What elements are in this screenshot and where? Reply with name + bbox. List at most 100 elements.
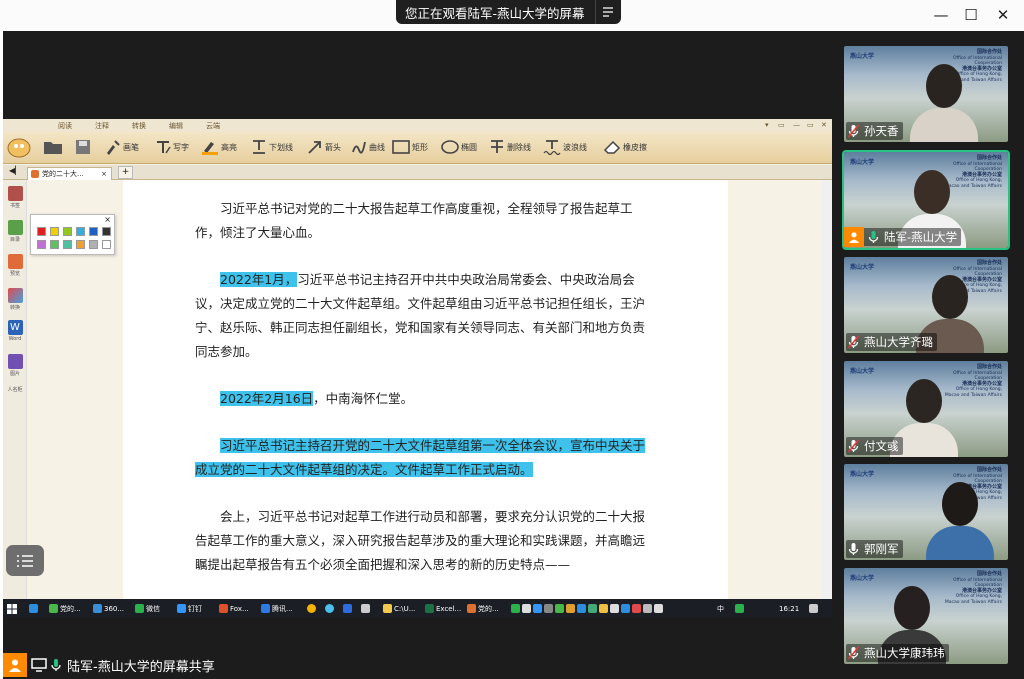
document-page: 习近平总书记对党的二十大报告起草工作高度重视，全程领导了报告起草工作，倾注了大量… — [123, 180, 728, 599]
clock[interactable]: 16:21 — [779, 602, 799, 615]
tool-eraser-label: 橡皮擦 — [623, 142, 647, 152]
color-swatch[interactable] — [37, 227, 46, 236]
taskbar-item-dingtalk[interactable]: 钉钉 — [177, 602, 213, 615]
participant-tile[interactable]: 燕山大学 国际合作处 Office of International Cooper… — [844, 46, 1008, 142]
banner-menu-icon[interactable] — [594, 0, 621, 24]
preview-icon — [7, 254, 23, 269]
word-icon: W — [7, 320, 23, 335]
open-folder-icon[interactable] — [43, 139, 65, 155]
sidebar-item-convert[interactable]: 转换 — [6, 288, 24, 311]
vertical-scrollbar[interactable] — [822, 180, 832, 599]
paragraph-5: 会上，习近平总书记对起草工作进行动员和部署，要求充分认识党的二十大报告起草工作的… — [195, 509, 646, 572]
tool-eraser[interactable]: 橡皮擦 — [603, 139, 647, 155]
tab-convert[interactable]: 转换 — [132, 121, 146, 131]
paragraph-4: 习近平总书记主持召开党的二十大文件起草组第一次全体会议，宣布中央关于成立党的二十… — [195, 434, 655, 482]
ribbon-maximize[interactable]: ▭ — [807, 121, 814, 129]
save-icon[interactable] — [75, 139, 93, 155]
tool-write[interactable]: 写字 — [155, 139, 189, 155]
color-swatch[interactable] — [102, 240, 111, 249]
color-swatch[interactable] — [63, 227, 72, 236]
ribbon-close[interactable]: ✕ — [821, 121, 827, 129]
close-button[interactable]: ✕ — [991, 6, 1015, 24]
sidebar-item-bookmarks[interactable]: 书签 — [6, 186, 24, 209]
wavy-line-icon — [543, 140, 561, 155]
sidebar-item-preview[interactable]: 预览 — [6, 254, 24, 277]
participant-tile[interactable]: 燕山大学 国际合作处 Office of International Cooper… — [844, 464, 1008, 560]
color-swatch[interactable] — [50, 240, 59, 249]
add-tab-button[interactable]: + — [118, 166, 133, 179]
palette-close-icon[interactable]: × — [104, 215, 111, 224]
maximize-button[interactable]: ☐ — [959, 6, 983, 24]
ribbon-restore[interactable]: ▭ — [778, 121, 785, 129]
taskbar-item-360[interactable]: 360... — [93, 602, 131, 615]
highlight: 习近平总书记主持召开党的二十大文件起草组第一次全体会议，宣布中央关于成立党的二十… — [195, 438, 646, 477]
tool-curve[interactable]: 曲线 — [351, 139, 385, 155]
document-tabs: ◀▏ 党的二十大... × + — [3, 165, 832, 180]
color-swatch[interactable] — [37, 240, 46, 249]
tool-arrow[interactable]: 箭头 — [307, 139, 341, 155]
taskbar-app-icon[interactable] — [343, 602, 354, 615]
color-swatch[interactable] — [102, 227, 111, 236]
ribbon-toolbar: 画笔 写字 高亮 下划线 箭头 曲线 矩形 椭圆 删除线 波浪线 橡皮擦 — [3, 132, 832, 164]
tray-icon[interactable] — [735, 602, 746, 615]
tab-cloud[interactable]: 云端 — [206, 121, 220, 131]
tool-wavy-line-label: 波浪线 — [563, 142, 587, 152]
start-icon[interactable] — [7, 602, 17, 615]
ribbon-minimize[interactable]: — — [793, 121, 800, 129]
minimize-button[interactable]: — — [929, 6, 953, 24]
tool-rectangle[interactable]: 矩形 — [392, 139, 428, 155]
convert-icon — [7, 288, 23, 303]
sidebar-item-image[interactable]: 图片 — [6, 354, 24, 377]
color-swatch[interactable] — [50, 227, 59, 236]
participant-name: 付文彧 — [846, 437, 903, 455]
tab-read[interactable]: 阅读 — [58, 121, 72, 131]
taskbar-item-explorer[interactable]: C:\U... — [383, 602, 421, 615]
taskbar-item-tencent[interactable]: 腾讯... — [261, 602, 299, 615]
tab-edit[interactable]: 编辑 — [169, 121, 183, 131]
sidebar-item-word[interactable]: W Word — [6, 320, 24, 342]
participant-tile-active[interactable]: 燕山大学 国际合作处 Office of International Cooper… — [842, 150, 1010, 250]
sidebar-item-people[interactable]: 人名柜 — [6, 386, 24, 393]
ie-icon[interactable] — [29, 602, 40, 615]
color-swatch[interactable] — [76, 227, 85, 236]
left-sidebar: 书签 目录 预览 转换 W Word 图片 人名柜 — [3, 180, 27, 599]
screen-share-label: 陆军-燕山大学的屏幕共享 — [3, 651, 215, 679]
participant-tile[interactable]: 燕山大学 国际合作处 Office of International Cooper… — [844, 568, 1008, 664]
tool-brush[interactable]: 画笔 — [105, 139, 139, 155]
tool-write-label: 写字 — [173, 142, 189, 152]
tool-ellipse[interactable]: 椭圆 — [441, 139, 477, 155]
taskbar-app-icon[interactable] — [307, 602, 318, 615]
taskbar-item-foxit[interactable]: Fox... — [219, 602, 255, 615]
tool-wavy-line[interactable]: 波浪线 — [543, 139, 587, 155]
mic-on-icon — [51, 659, 61, 671]
taskbar-app-icon[interactable] — [325, 602, 336, 615]
tool-underline[interactable]: 下划线 — [251, 139, 293, 155]
tool-highlight-label: 高亮 — [221, 142, 237, 152]
highlight: 2022年2月16日 — [220, 391, 314, 406]
taskbar-item-doc1[interactable]: 党的... — [49, 602, 87, 615]
tool-highlight[interactable]: 高亮 — [201, 139, 237, 155]
participant-video — [906, 60, 980, 142]
participant-tile[interactable]: 燕山大学 国际合作处 Office of International Cooper… — [844, 361, 1008, 457]
document-tab[interactable]: 党的二十大... × — [27, 167, 112, 180]
panel-toggle-icon[interactable]: ◀▏ — [9, 166, 21, 175]
tab-annotate[interactable]: 注释 — [95, 121, 109, 131]
taskbar-item-excel[interactable]: Excel... — [425, 602, 463, 615]
taskbar-item-wechat[interactable]: 微信 — [135, 602, 171, 615]
ribbon-option[interactable]: ▾ — [765, 121, 769, 129]
notification-icon[interactable] — [809, 602, 820, 615]
color-swatch[interactable] — [63, 240, 72, 249]
tray-language[interactable]: 中 — [717, 602, 724, 615]
color-swatch[interactable] — [89, 227, 98, 236]
pdf-icon — [31, 170, 39, 178]
tool-strikethrough[interactable]: 删除线 — [489, 139, 531, 155]
shared-screen: 阅读 注释 转换 编辑 云端 ▾ ▭ — ▭ ✕ 画笔 写字 高亮 下划线 箭头… — [3, 31, 832, 679]
taskbar-app-icon[interactable] — [361, 602, 372, 615]
floating-menu-button[interactable] — [6, 545, 44, 576]
participant-tile[interactable]: 燕山大学 国际合作处 Office of International Cooper… — [844, 257, 1008, 353]
color-swatch[interactable] — [89, 240, 98, 249]
taskbar-item-doc2[interactable]: 党的... — [467, 602, 505, 615]
tab-close-icon[interactable]: × — [101, 170, 107, 178]
sidebar-item-toc[interactable]: 目录 — [6, 220, 24, 243]
color-swatch[interactable] — [76, 240, 85, 249]
